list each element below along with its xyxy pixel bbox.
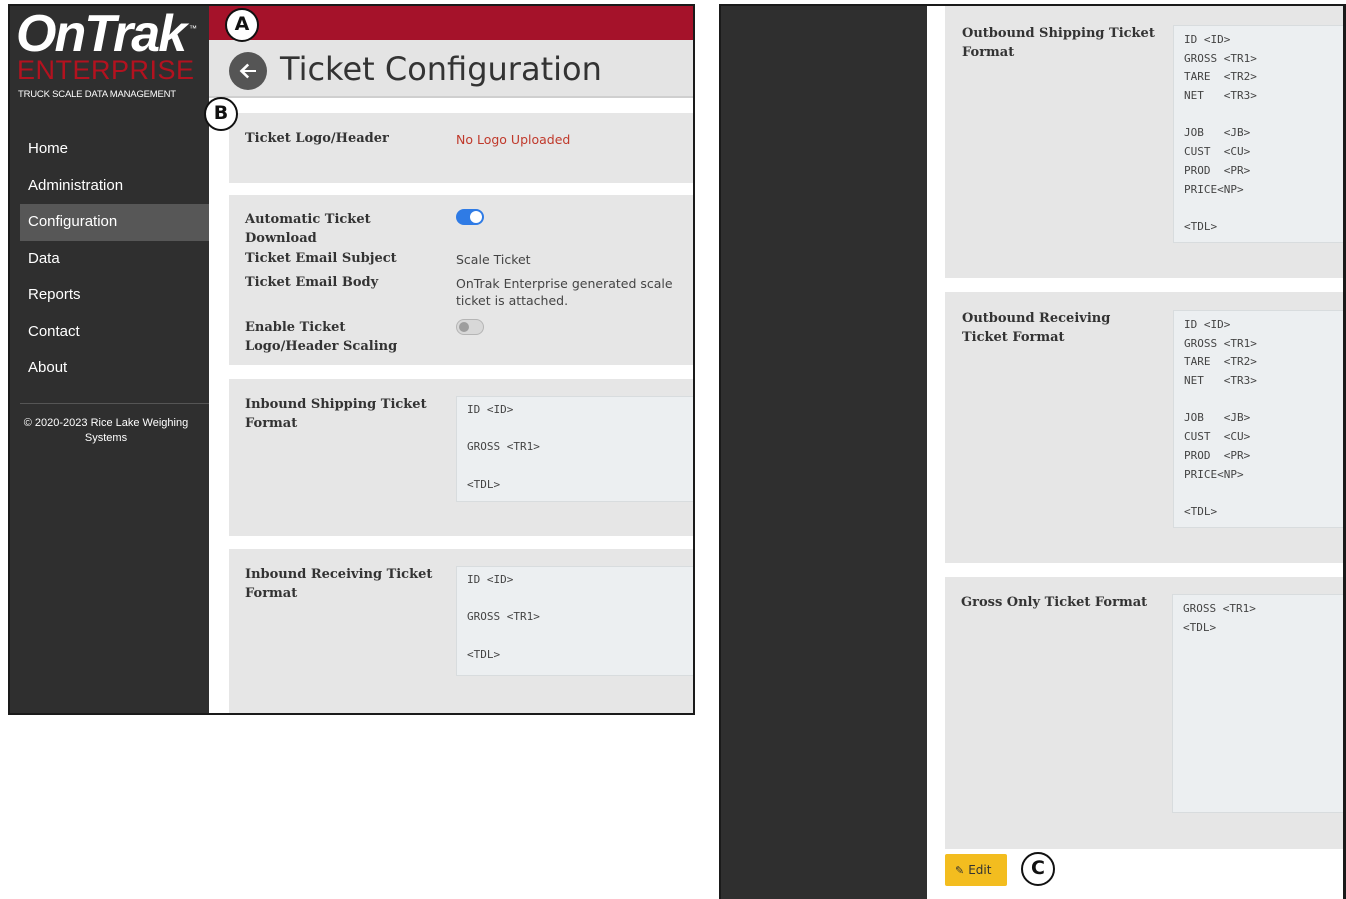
logo-header-value: No Logo Uploaded <box>456 132 571 147</box>
outbound-shipping-label: Outbound Shipping Ticket Format <box>962 26 1155 60</box>
header-bar <box>209 6 693 40</box>
outbound-shipping-format-box: ID <ID> GROSS <TR1> TARE <TR2> NET <TR3>… <box>1173 25 1346 243</box>
inbound-shipping-format-box: ID <ID> GROSS <TR1> <TDL> <box>456 396 693 502</box>
edit-button-label: Edit <box>968 863 992 877</box>
edit-icon: ✎ <box>955 864 965 877</box>
sidebar-divider <box>20 403 209 404</box>
gross-only-label: Gross Only Ticket Format <box>961 595 1148 610</box>
outbound-shipping-card: Outbound Shipping Ticket Format ID <ID> … <box>945 6 1346 278</box>
auto-download-toggle[interactable] <box>456 209 484 225</box>
sidebar-item-data[interactable]: Data <box>20 241 209 278</box>
logo-header-label: Ticket Logo/Header <box>245 131 389 146</box>
logo-ontrak: OnTrak <box>16 5 187 63</box>
logo-trademark: ™ <box>189 24 197 33</box>
logo-enterprise: ENTERPRISE <box>17 55 195 85</box>
email-body-label: Ticket Email Body <box>245 275 379 290</box>
copyright-text: © 2020-2023 Rice Lake Weighing Systems <box>23 417 189 444</box>
sidebar-item-about[interactable]: About <box>20 350 209 387</box>
auto-download-label: Automatic Ticket Download <box>245 212 371 246</box>
sidebar-item-contact[interactable]: Contact <box>20 314 209 351</box>
title-bar: Ticket Configuration <box>209 40 693 98</box>
callout-a: A <box>225 8 259 42</box>
ticket-settings-card: Automatic Ticket Download Ticket Email S… <box>229 195 693 365</box>
outbound-receiving-format-box: ID <ID> GROSS <TR1> TARE <TR2> NET <TR3>… <box>1173 310 1346 528</box>
main-content: Ticket Configuration Ticket Logo/Header … <box>209 6 693 713</box>
sidebar-nav: Home Administration Configuration Data R… <box>20 131 209 387</box>
logo-scaling-toggle[interactable] <box>456 319 484 335</box>
outbound-receiving-card: Outbound Receiving Ticket Format ID <ID>… <box>945 292 1346 563</box>
inbound-receiving-format-box: ID <ID> GROSS <TR1> <TDL> <box>456 566 693 676</box>
callout-b: B <box>204 97 238 131</box>
sidebar <box>721 6 927 899</box>
logo-tagline: TRUCK SCALE DATA MANAGEMENT <box>18 89 176 100</box>
gross-only-format-box: GROSS <TR1> <TDL> <box>1172 594 1346 813</box>
outbound-receiving-label: Outbound Receiving Ticket Format <box>962 311 1111 345</box>
email-subject-value: Scale Ticket <box>456 252 531 267</box>
callout-c: C <box>1021 852 1055 886</box>
sidebar: OnTrak ™ ENTERPRISE TRUCK SCALE DATA MAN… <box>10 6 209 713</box>
sidebar-item-configuration[interactable]: Configuration <box>20 204 209 241</box>
sidebar-item-administration[interactable]: Administration <box>20 168 209 205</box>
sidebar-item-reports[interactable]: Reports <box>20 277 209 314</box>
inbound-receiving-card: Inbound Receiving Ticket Format ID <ID> … <box>229 549 693 713</box>
gross-only-card: Gross Only Ticket Format GROSS <TR1> <TD… <box>945 577 1346 849</box>
page-title: Ticket Configuration <box>280 50 602 88</box>
email-subject-label: Ticket Email Subject <box>245 251 397 266</box>
back-arrow-icon[interactable] <box>229 52 267 90</box>
logo-scaling-label: Enable Ticket Logo/Header Scaling <box>245 320 398 354</box>
email-body-value: OnTrak Enterprise generated scale ticket… <box>456 276 673 308</box>
right-screenshot-panel: Outbound Shipping Ticket Format ID <ID> … <box>719 4 1346 899</box>
inbound-receiving-label: Inbound Receiving Ticket Format <box>245 567 433 601</box>
left-screenshot-panel: OnTrak ™ ENTERPRISE TRUCK SCALE DATA MAN… <box>8 4 695 715</box>
inbound-shipping-card: Inbound Shipping Ticket Format ID <ID> G… <box>229 379 693 536</box>
edit-button[interactable]: ✎ Edit <box>945 854 1007 886</box>
sidebar-item-home[interactable]: Home <box>20 131 209 168</box>
inbound-shipping-label: Inbound Shipping Ticket Format <box>245 397 427 431</box>
logo-header-card: Ticket Logo/Header No Logo Uploaded <box>229 113 693 183</box>
